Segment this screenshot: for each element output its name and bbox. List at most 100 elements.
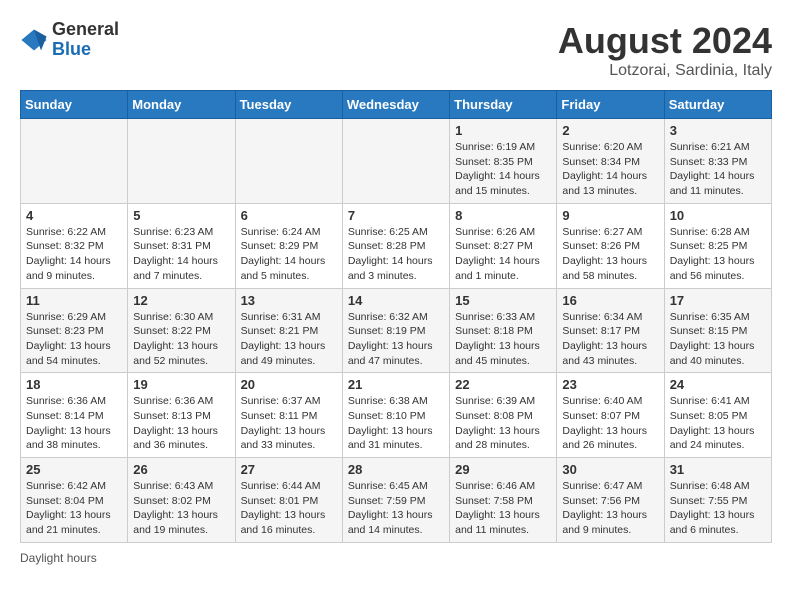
- header: General Blue August 2024 Lotzorai, Sardi…: [20, 20, 772, 80]
- day-info: Sunrise: 6:44 AM Sunset: 8:01 PM Dayligh…: [241, 479, 337, 538]
- day-info: Sunrise: 6:27 AM Sunset: 8:26 PM Dayligh…: [562, 225, 658, 284]
- day-cell: 2Sunrise: 6:20 AM Sunset: 8:34 PM Daylig…: [557, 119, 664, 204]
- day-cell: 17 Sunrise: 6:35 AM Sunset: 8:15 PM Dayli…: [664, 288, 771, 373]
- day-number: 7: [348, 208, 444, 223]
- day-cell: 31Sunrise: 6:48 AM Sunset: 7:55 PM Dayli…: [664, 458, 771, 543]
- header-row: SundayMondayTuesdayWednesdayThursdayFrid…: [21, 91, 772, 119]
- day-info: Sunrise: 6:36 AM Sunset: 8:14 PM Dayligh…: [26, 394, 122, 453]
- day-info: Sunrise: 6:37 AM Sunset: 8:11 PM Dayligh…: [241, 394, 337, 453]
- week-row-4: 25Sunrise: 6:42 AM Sunset: 8:04 PM Dayli…: [21, 458, 772, 543]
- day-cell: 19 Sunrise: 6:36 AM Sunset: 8:13 PM Dayli…: [128, 373, 235, 458]
- day-info: Sunrise: 6:48 AM Sunset: 7:55 PM Dayligh…: [670, 479, 766, 538]
- header-cell-thursday: Thursday: [450, 91, 557, 119]
- day-number: 11: [26, 293, 122, 308]
- day-number: 3: [670, 123, 766, 138]
- main-title: August 2024: [558, 20, 772, 62]
- day-info: Sunrise: 6:23 AM Sunset: 8:31 PM Dayligh…: [133, 225, 229, 284]
- day-cell: 18 Sunrise: 6:36 AM Sunset: 8:14 PM Dayli…: [21, 373, 128, 458]
- day-number: 20: [241, 377, 337, 392]
- logo-general: General: [52, 20, 119, 40]
- day-info: Sunrise: 6:46 AM Sunset: 7:58 PM Dayligh…: [455, 479, 551, 538]
- day-number: 6: [241, 208, 337, 223]
- day-info: Sunrise: 6:24 AM Sunset: 8:29 PM Dayligh…: [241, 225, 337, 284]
- day-number: 1: [455, 123, 551, 138]
- day-cell: 4Sunrise: 6:22 AM Sunset: 8:32 PM Daylig…: [21, 203, 128, 288]
- day-cell: 13Sunrise: 6:31 AM Sunset: 8:21 PM Dayli…: [235, 288, 342, 373]
- day-info: Sunrise: 6:47 AM Sunset: 7:56 PM Dayligh…: [562, 479, 658, 538]
- day-info: Sunrise: 6:19 AM Sunset: 8:35 PM Dayligh…: [455, 140, 551, 199]
- header-cell-sunday: Sunday: [21, 91, 128, 119]
- day-cell: 5 Sunrise: 6:23 AM Sunset: 8:31 PM Daylig…: [128, 203, 235, 288]
- day-info: Sunrise: 6:35 AM Sunset: 8:15 PM Dayligh…: [670, 310, 766, 369]
- day-cell: 30 Sunrise: 6:47 AM Sunset: 7:56 PM Dayli…: [557, 458, 664, 543]
- day-info: Sunrise: 6:21 AM Sunset: 8:33 PM Dayligh…: [670, 140, 766, 199]
- title-area: August 2024 Lotzorai, Sardinia, Italy: [558, 20, 772, 80]
- day-info: Sunrise: 6:36 AM Sunset: 8:13 PM Dayligh…: [133, 394, 229, 453]
- day-info: Sunrise: 6:34 AM Sunset: 8:17 PM Dayligh…: [562, 310, 658, 369]
- day-number: 18: [26, 377, 122, 392]
- day-info: Sunrise: 6:29 AM Sunset: 8:23 PM Dayligh…: [26, 310, 122, 369]
- day-cell: 21 Sunrise: 6:38 AM Sunset: 8:10 PM Dayli…: [342, 373, 449, 458]
- day-cell: 24Sunrise: 6:41 AM Sunset: 8:05 PM Dayli…: [664, 373, 771, 458]
- day-number: 30: [562, 462, 658, 477]
- day-number: 22: [455, 377, 551, 392]
- header-cell-saturday: Saturday: [664, 91, 771, 119]
- day-cell: 22 Sunrise: 6:39 AM Sunset: 8:08 PM Dayli…: [450, 373, 557, 458]
- day-number: 14: [348, 293, 444, 308]
- header-cell-wednesday: Wednesday: [342, 91, 449, 119]
- day-number: 26: [133, 462, 229, 477]
- day-cell: 8Sunrise: 6:26 AM Sunset: 8:27 PM Daylig…: [450, 203, 557, 288]
- day-info: Sunrise: 6:45 AM Sunset: 7:59 PM Dayligh…: [348, 479, 444, 538]
- calendar-header: SundayMondayTuesdayWednesdayThursdayFrid…: [21, 91, 772, 119]
- header-cell-monday: Monday: [128, 91, 235, 119]
- day-info: Sunrise: 6:20 AM Sunset: 8:34 PM Dayligh…: [562, 140, 658, 199]
- day-number: 8: [455, 208, 551, 223]
- day-info: Sunrise: 6:22 AM Sunset: 8:32 PM Dayligh…: [26, 225, 122, 284]
- day-info: Sunrise: 6:40 AM Sunset: 8:07 PM Dayligh…: [562, 394, 658, 453]
- logo-text: General Blue: [52, 20, 119, 60]
- day-number: 9: [562, 208, 658, 223]
- day-number: 10: [670, 208, 766, 223]
- day-cell: 26 Sunrise: 6:43 AM Sunset: 8:02 PM Dayli…: [128, 458, 235, 543]
- day-number: 15: [455, 293, 551, 308]
- day-number: 23: [562, 377, 658, 392]
- day-cell: [342, 119, 449, 204]
- day-cell: 9 Sunrise: 6:27 AM Sunset: 8:26 PM Daylig…: [557, 203, 664, 288]
- day-info: Sunrise: 6:39 AM Sunset: 8:08 PM Dayligh…: [455, 394, 551, 453]
- day-info: Sunrise: 6:28 AM Sunset: 8:25 PM Dayligh…: [670, 225, 766, 284]
- week-row-3: 18 Sunrise: 6:36 AM Sunset: 8:14 PM Dayli…: [21, 373, 772, 458]
- day-number: 21: [348, 377, 444, 392]
- day-info: Sunrise: 6:30 AM Sunset: 8:22 PM Dayligh…: [133, 310, 229, 369]
- logo-icon: [20, 26, 48, 54]
- calendar-body: 1 Sunrise: 6:19 AM Sunset: 8:35 PM Daylig…: [21, 119, 772, 543]
- day-info: Sunrise: 6:25 AM Sunset: 8:28 PM Dayligh…: [348, 225, 444, 284]
- day-number: 12: [133, 293, 229, 308]
- day-info: Sunrise: 6:43 AM Sunset: 8:02 PM Dayligh…: [133, 479, 229, 538]
- day-number: 29: [455, 462, 551, 477]
- day-info: Sunrise: 6:38 AM Sunset: 8:10 PM Dayligh…: [348, 394, 444, 453]
- day-cell: 12 Sunrise: 6:30 AM Sunset: 8:22 PM Dayli…: [128, 288, 235, 373]
- calendar-table: SundayMondayTuesdayWednesdayThursdayFrid…: [20, 90, 772, 543]
- week-row-2: 11 Sunrise: 6:29 AM Sunset: 8:23 PM Dayli…: [21, 288, 772, 373]
- day-number: 19: [133, 377, 229, 392]
- logo: General Blue: [20, 20, 119, 60]
- day-cell: 10 Sunrise: 6:28 AM Sunset: 8:25 PM Dayli…: [664, 203, 771, 288]
- day-info: Sunrise: 6:31 AM Sunset: 8:21 PM Dayligh…: [241, 310, 337, 369]
- header-cell-tuesday: Tuesday: [235, 91, 342, 119]
- day-cell: [128, 119, 235, 204]
- week-row-0: 1 Sunrise: 6:19 AM Sunset: 8:35 PM Daylig…: [21, 119, 772, 204]
- day-cell: 11 Sunrise: 6:29 AM Sunset: 8:23 PM Dayli…: [21, 288, 128, 373]
- day-cell: 7 Sunrise: 6:25 AM Sunset: 8:28 PM Daylig…: [342, 203, 449, 288]
- day-info: Sunrise: 6:32 AM Sunset: 8:19 PM Dayligh…: [348, 310, 444, 369]
- day-number: 17: [670, 293, 766, 308]
- day-cell: 23 Sunrise: 6:40 AM Sunset: 8:07 PM Dayli…: [557, 373, 664, 458]
- day-number: 5: [133, 208, 229, 223]
- day-cell: 15 Sunrise: 6:33 AM Sunset: 8:18 PM Dayli…: [450, 288, 557, 373]
- footer-note: Daylight hours: [20, 551, 772, 565]
- day-cell: 3 Sunrise: 6:21 AM Sunset: 8:33 PM Daylig…: [664, 119, 771, 204]
- day-cell: 1 Sunrise: 6:19 AM Sunset: 8:35 PM Daylig…: [450, 119, 557, 204]
- day-cell: 6 Sunrise: 6:24 AM Sunset: 8:29 PM Daylig…: [235, 203, 342, 288]
- day-info: Sunrise: 6:33 AM Sunset: 8:18 PM Dayligh…: [455, 310, 551, 369]
- day-number: 27: [241, 462, 337, 477]
- day-info: Sunrise: 6:42 AM Sunset: 8:04 PM Dayligh…: [26, 479, 122, 538]
